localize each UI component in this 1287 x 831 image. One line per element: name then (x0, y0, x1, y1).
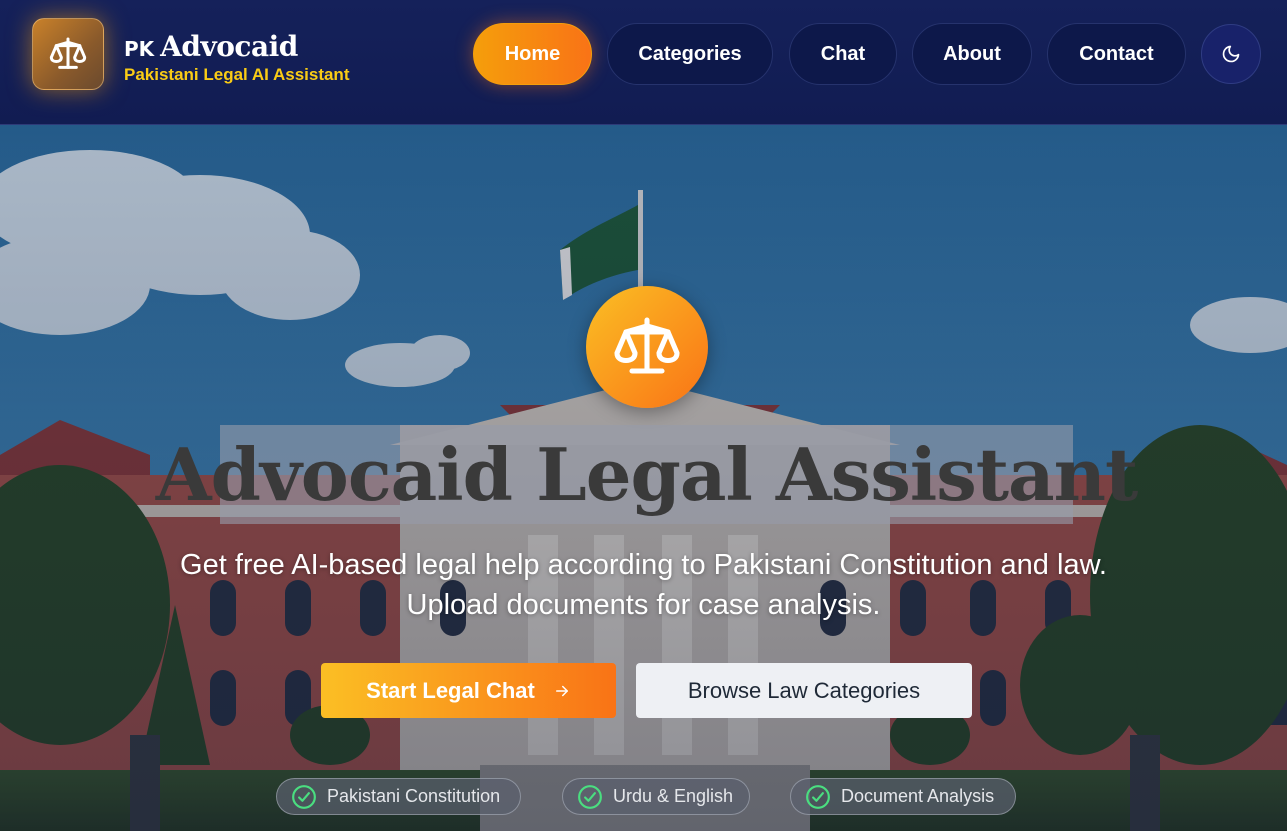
brand-pk-label: PK (124, 37, 155, 61)
theme-toggle-button[interactable] (1201, 24, 1261, 84)
brand[interactable]: PK Advocaid Pakistani Legal AI Assistant (124, 30, 349, 85)
feature-label: Pakistani Constitution (327, 786, 501, 806)
hero-section: Advocaid Legal Assistant Get free AI-bas… (0, 125, 1287, 831)
browse-law-categories-button[interactable]: Browse Law Categories (636, 663, 972, 718)
brand-subtitle: Pakistani Legal AI Assistant (124, 65, 350, 84)
site-header: PK Advocaid Pakistani Legal AI Assistant… (0, 0, 1287, 125)
arrow-right-icon (555, 685, 568, 696)
hero-description-line-2: Upload documents for case analysis. (406, 589, 881, 621)
start-legal-chat-button[interactable]: Start Legal Chat (321, 663, 616, 718)
hero-title: Advocaid Legal Assistant (155, 432, 1139, 517)
brand-title: PK Advocaid (124, 30, 349, 63)
nav-categories-button[interactable]: Categories (607, 23, 773, 85)
logo-badge[interactable] (32, 18, 104, 90)
nav-chat-button[interactable]: Chat (789, 23, 897, 85)
scales-of-justice-icon (49, 37, 87, 69)
nav-about-button[interactable]: About (912, 23, 1032, 85)
check-circle-icon (292, 784, 316, 809)
start-legal-chat-label: Start Legal Chat (366, 677, 535, 703)
brand-name: Advocaid (160, 30, 298, 63)
feature-label: Urdu & English (613, 786, 734, 806)
hero-description: Get free AI-based legal help according t… (0, 545, 1287, 625)
hero-emblem (586, 286, 708, 408)
hero-description-line-1: Get free AI-based legal help according t… (180, 549, 1107, 581)
check-circle-icon (578, 784, 602, 809)
feature-label: Document Analysis (841, 786, 995, 806)
moon-icon (1222, 45, 1240, 63)
feature-badge-document-analysis: Document Analysis (790, 778, 1016, 815)
feature-badge-languages: Urdu & English (562, 778, 750, 815)
nav-contact-button[interactable]: Contact (1047, 23, 1186, 85)
feature-badge-constitution: Pakistani Constitution (276, 778, 521, 815)
check-circle-icon (806, 784, 830, 809)
scales-of-justice-icon (614, 317, 680, 374)
nav-home-button[interactable]: Home (473, 23, 592, 85)
